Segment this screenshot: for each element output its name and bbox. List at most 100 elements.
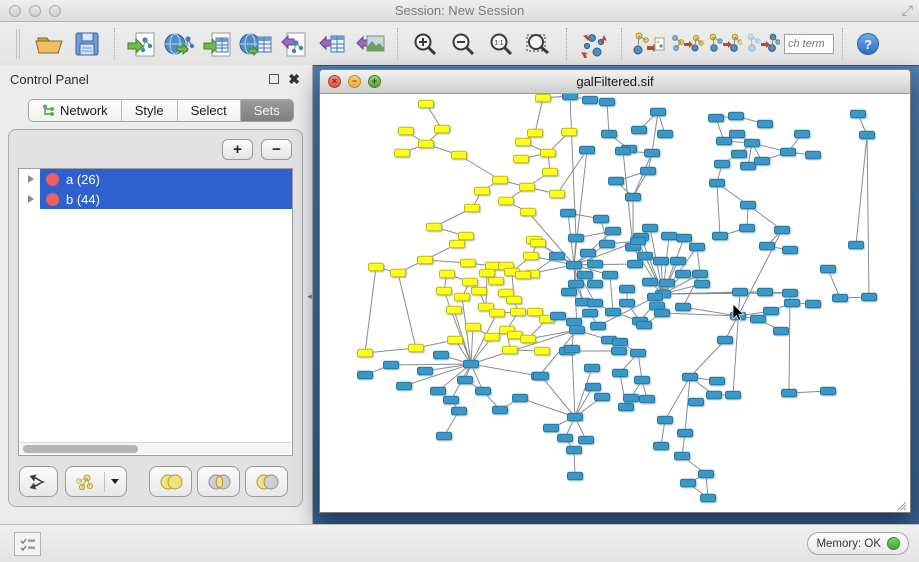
graph-node[interactable] xyxy=(570,326,585,334)
graph-node[interactable] xyxy=(521,335,536,343)
graph-node[interactable] xyxy=(806,300,821,308)
graph-node[interactable] xyxy=(463,278,478,286)
graph-node[interactable] xyxy=(619,403,634,411)
graph-node[interactable] xyxy=(600,240,615,248)
graph-node[interactable] xyxy=(485,333,500,341)
graph-node[interactable] xyxy=(729,112,744,120)
graph-node[interactable] xyxy=(567,446,582,454)
graph-node[interactable] xyxy=(658,130,673,138)
graph-node[interactable] xyxy=(419,140,434,148)
graph-node[interactable] xyxy=(821,387,836,395)
expander-icon[interactable] xyxy=(28,175,34,183)
set-intersection-button[interactable] xyxy=(197,466,240,497)
graph-node[interactable] xyxy=(562,128,577,136)
export-image-button[interactable] xyxy=(353,27,387,61)
graph-node[interactable] xyxy=(745,139,760,147)
graph-node[interactable] xyxy=(806,151,821,159)
search-input[interactable] xyxy=(784,34,834,54)
graph-node[interactable] xyxy=(480,269,495,277)
graph-node[interactable] xyxy=(675,452,690,460)
graph-node[interactable] xyxy=(511,308,526,316)
graph-edge[interactable] xyxy=(398,273,416,348)
graph-node[interactable] xyxy=(650,302,665,310)
apply-layout-button[interactable] xyxy=(577,27,611,61)
set-row-a[interactable]: a (26) xyxy=(19,169,292,189)
graph-node[interactable] xyxy=(732,150,747,158)
graph-node[interactable] xyxy=(774,327,789,335)
import-network-file-button[interactable] xyxy=(125,27,159,61)
graph-node[interactable] xyxy=(391,269,406,277)
graph-node[interactable] xyxy=(516,271,531,279)
graph-node[interactable] xyxy=(450,240,465,248)
fullscreen-icon[interactable]: ⤢ xyxy=(902,2,913,19)
graph-node[interactable] xyxy=(594,215,609,223)
help-button[interactable]: ? xyxy=(857,33,879,55)
open-session-button[interactable] xyxy=(32,27,66,61)
graph-node[interactable] xyxy=(655,309,670,317)
window-titlebar[interactable]: Session: New Session ⤢ xyxy=(0,0,919,22)
graph-node[interactable] xyxy=(751,315,766,323)
graph-node[interactable] xyxy=(782,389,797,397)
graph-node[interactable] xyxy=(397,382,412,390)
graph-node[interactable] xyxy=(544,424,559,432)
graph-node[interactable] xyxy=(358,371,373,379)
graph-node[interactable] xyxy=(660,279,675,287)
graph-node[interactable] xyxy=(561,209,576,217)
graph-node[interactable] xyxy=(541,149,556,157)
graph-node[interactable] xyxy=(418,256,433,264)
graph-node[interactable] xyxy=(489,277,504,285)
graph-node[interactable] xyxy=(434,351,449,359)
graph-edge[interactable] xyxy=(789,293,790,393)
tab-select[interactable]: Select xyxy=(178,100,241,121)
graph-edge[interactable] xyxy=(574,150,587,265)
import-table-file-button[interactable] xyxy=(201,27,235,61)
graph-node[interactable] xyxy=(437,432,452,440)
graph-node[interactable] xyxy=(440,270,455,278)
zoom-in-button[interactable] xyxy=(408,27,442,61)
graph-node[interactable] xyxy=(699,470,714,478)
graph-node[interactable] xyxy=(455,293,470,301)
graph-node[interactable] xyxy=(862,293,877,301)
graph-node[interactable] xyxy=(444,396,459,404)
graph-node[interactable] xyxy=(568,413,583,421)
set-union-button[interactable] xyxy=(149,466,192,497)
show-selected-button[interactable] xyxy=(708,27,742,61)
graph-node[interactable] xyxy=(431,387,446,395)
graph-edge[interactable] xyxy=(867,135,869,297)
toolbar-drag-handle[interactable] xyxy=(16,29,20,59)
graph-node[interactable] xyxy=(638,252,653,260)
graph-node[interactable] xyxy=(654,257,669,265)
graph-node[interactable] xyxy=(579,436,594,444)
graph-node[interactable] xyxy=(648,293,663,301)
graph-node[interactable] xyxy=(578,271,593,279)
graph-node[interactable] xyxy=(418,367,433,375)
set-row-b[interactable]: b (44) xyxy=(19,189,292,209)
graph-node[interactable] xyxy=(600,98,615,106)
graph-node[interactable] xyxy=(583,96,598,104)
graph-node[interactable] xyxy=(651,108,666,116)
graph-node[interactable] xyxy=(447,306,462,314)
graph-node[interactable] xyxy=(358,349,373,357)
graph-node[interactable] xyxy=(384,361,399,369)
graph-node[interactable] xyxy=(676,303,691,311)
graph-node[interactable] xyxy=(709,114,724,122)
graph-node[interactable] xyxy=(528,129,543,137)
graph-node[interactable] xyxy=(620,285,635,293)
graph-edge[interactable] xyxy=(610,275,613,312)
graph-node[interactable] xyxy=(524,252,539,260)
graph-node[interactable] xyxy=(588,280,603,288)
graph-edge[interactable] xyxy=(365,267,376,353)
graph-edge[interactable] xyxy=(690,340,725,377)
float-panel-icon[interactable] xyxy=(269,74,279,84)
graph-node[interactable] xyxy=(637,321,652,329)
graph-node[interactable] xyxy=(707,391,722,399)
graph-node[interactable] xyxy=(595,393,610,401)
set-difference-button[interactable] xyxy=(245,466,288,497)
graph-node[interactable] xyxy=(490,309,505,317)
graph-node[interactable] xyxy=(758,120,773,128)
layout-set-dropdown-button[interactable] xyxy=(65,466,127,497)
new-network-from-selection-button[interactable] xyxy=(632,27,666,61)
graph-node[interactable] xyxy=(543,168,558,176)
graph-node[interactable] xyxy=(602,130,617,138)
graph-node[interactable] xyxy=(643,224,658,232)
